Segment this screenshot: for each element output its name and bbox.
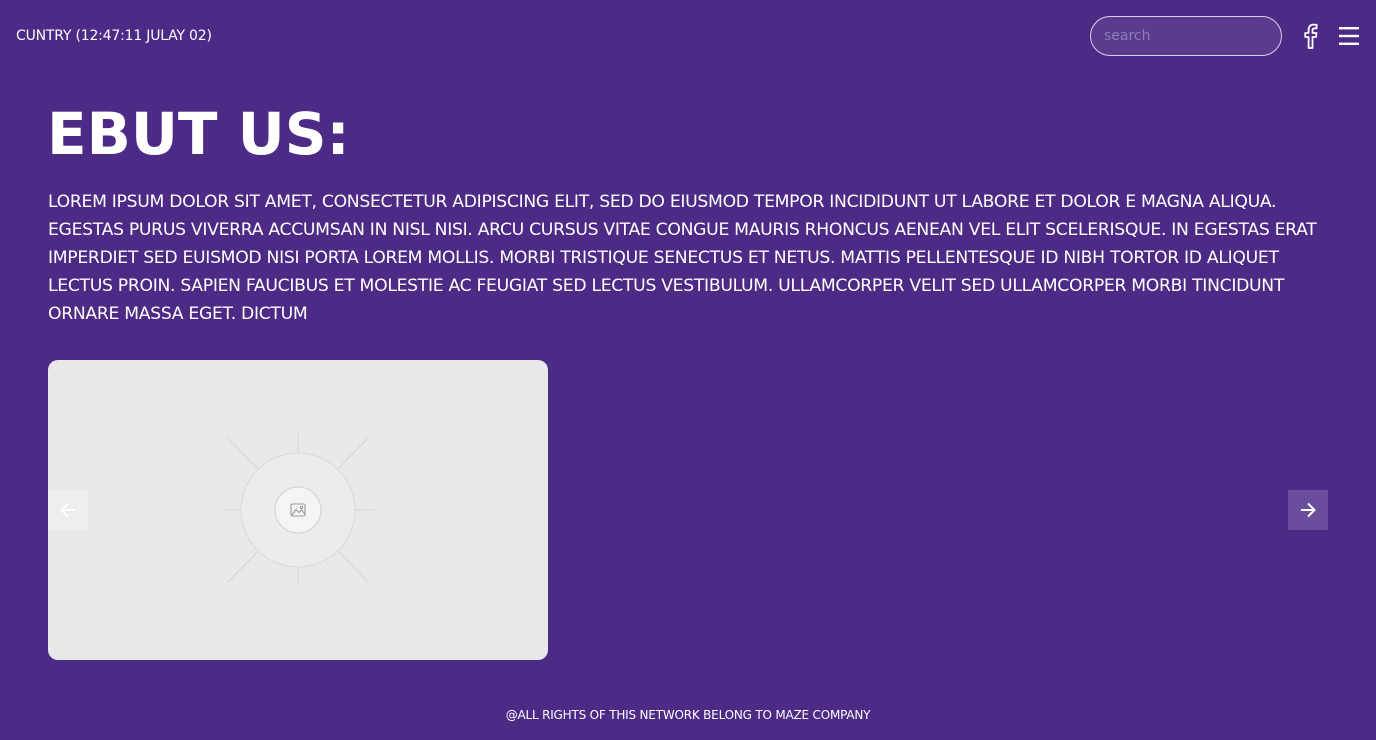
about-text: LOREM IPSUM DOLOR SIT AMET, CONSECTETUR … [48, 192, 1317, 324]
carousel-prev-button[interactable] [48, 490, 88, 530]
location-time: CUNTRY (12:47:11 JULAY 02) [16, 28, 212, 44]
footer-copyright: @ALL RIGHTS OF THIS NETWORK BELONG TO MA… [505, 708, 871, 722]
arrow-right-icon [1301, 502, 1316, 518]
menu-icon[interactable] [1339, 25, 1359, 47]
facebook-icon[interactable] [1300, 22, 1320, 50]
search-input[interactable] [1090, 16, 1282, 56]
arrow-left-icon [60, 502, 75, 518]
page-title: EBUT US: [47, 100, 350, 168]
about-page: CUNTRY (12:47:11 JULAY 02) EBUT US: LORE… [0, 0, 1376, 740]
image-placeholder-icon [222, 434, 374, 586]
carousel-next-button[interactable] [1288, 490, 1328, 530]
